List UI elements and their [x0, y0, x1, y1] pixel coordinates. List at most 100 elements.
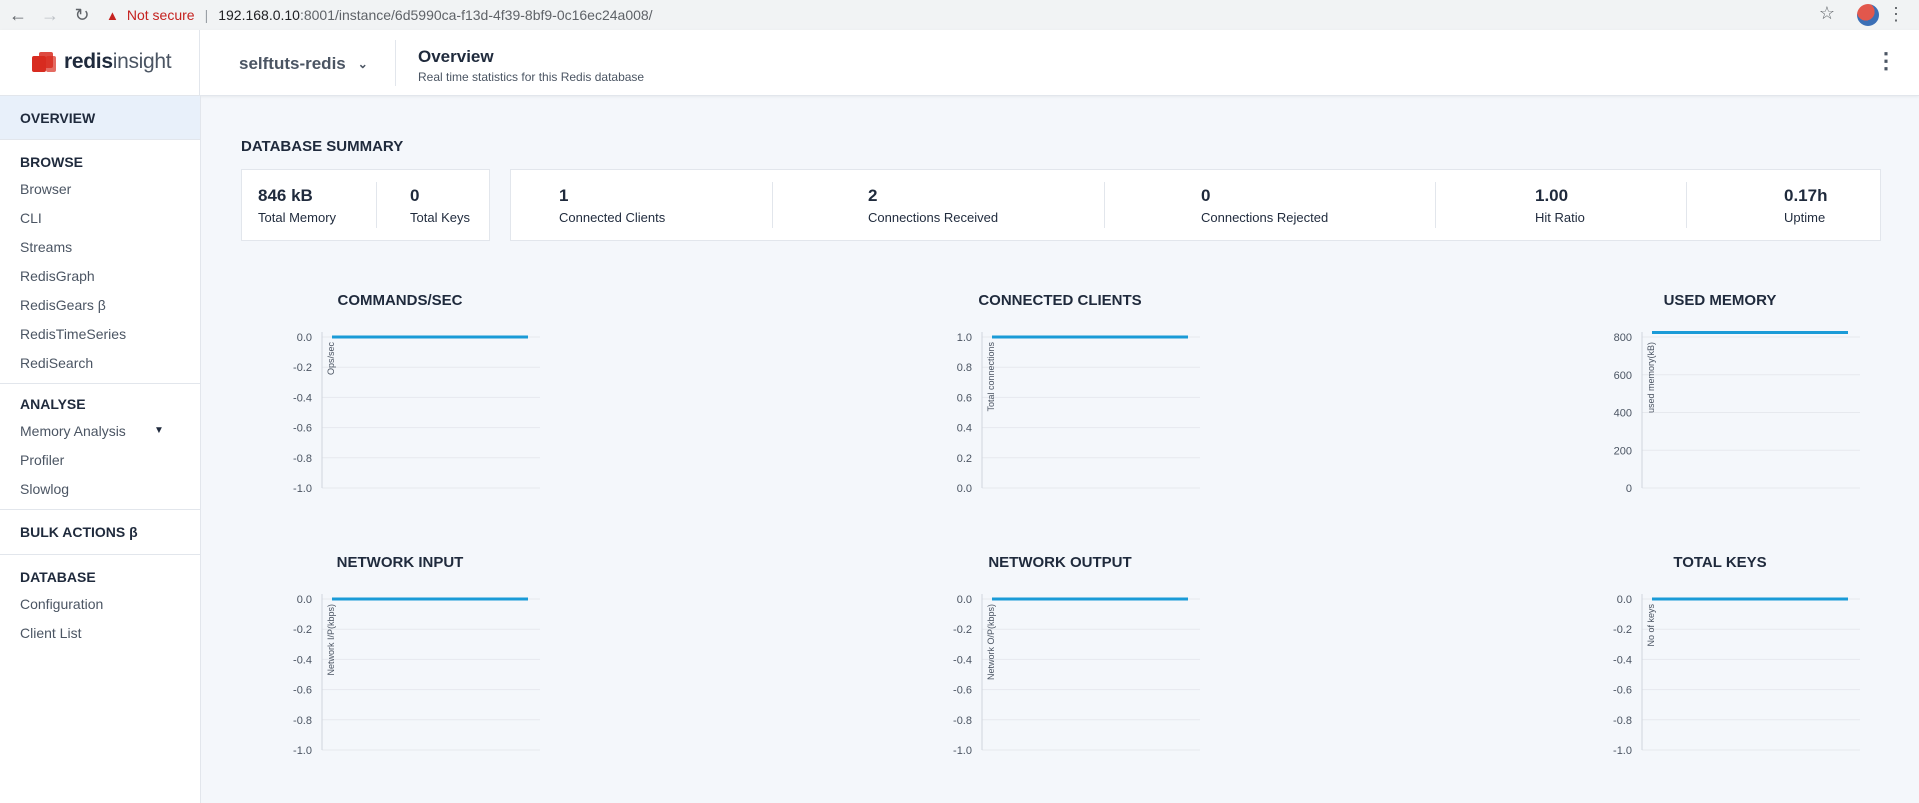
warning-icon: ▲	[106, 7, 119, 23]
logo-text-bold: redis	[64, 50, 113, 73]
sidebar-heading-analyse: ANALYSE	[20, 396, 86, 412]
stat-divider	[1435, 182, 1436, 228]
stat-value: 1.00	[1535, 186, 1569, 205]
bookmark-star-icon[interactable]: ☆	[1819, 3, 1835, 24]
sidebar: OVERVIEW BROWSE Browser CLI Streams Redi…	[0, 96, 201, 803]
browser-toolbar: ← → ↻ ▲ Not secure | 192.168.0.10:8001/i…	[0, 0, 1919, 30]
stat-value: 0	[1201, 186, 1211, 205]
profile-avatar[interactable]	[1857, 4, 1879, 26]
chart-title: USED MEMORY	[1663, 292, 1777, 309]
chart-total-keys: TOTAL KEYS 0.0 -0.2 -0.4 -0.6 -0.8 -1.0 No of …	[1570, 554, 1870, 784]
sidebar-section-browse: BROWSE Browser CLI Streams RedisGraph Re…	[0, 140, 200, 384]
sidebar-item-redisgraph[interactable]: RedisGraph	[0, 261, 200, 290]
y-tick-label: -0.8	[293, 715, 312, 727]
sidebar-item-redistimeseries[interactable]: RedisTimeSeries	[0, 319, 200, 348]
sidebar-item-label: Memory Analysis	[20, 422, 126, 439]
stat-value: 846 kB	[258, 186, 313, 205]
y-tick-label: 400	[1614, 408, 1632, 420]
sidebar-item-memory-analysis[interactable]: Memory Analysis ▼	[0, 416, 200, 445]
sidebar-heading-database: DATABASE	[20, 569, 96, 585]
caret-down-icon[interactable]: ▼	[154, 425, 164, 436]
sidebar-heading-browse: BROWSE	[20, 154, 83, 170]
y-tick-label: -1.0	[293, 483, 312, 495]
database-name: selftuts-redis	[239, 54, 346, 73]
reload-icon[interactable]: ↻	[68, 1, 96, 29]
page-title: Overview	[418, 47, 494, 66]
y-tick-label: -0.2	[953, 624, 972, 636]
sidebar-item-redisgears[interactable]: RedisGears β	[0, 290, 200, 319]
y-tick-label: 0.6	[957, 392, 972, 404]
y-tick-label: -0.8	[293, 453, 312, 465]
forward-icon[interactable]: →	[36, 1, 64, 29]
back-icon[interactable]: ←	[4, 1, 32, 29]
y-tick-label: 1.0	[957, 332, 972, 344]
y-tick-label: -1.0	[293, 745, 312, 757]
y-axis-label: used memory(kB)	[1646, 342, 1656, 413]
y-tick-label: -0.6	[1613, 685, 1632, 697]
y-tick-label: 0.0	[297, 594, 312, 606]
address-bar[interactable]: ▲ Not secure | 192.168.0.10:8001/instanc…	[106, 2, 1826, 28]
sidebar-item-client-list[interactable]: Client List	[0, 618, 200, 647]
y-tick-label: 0.0	[957, 594, 972, 606]
stat-label: Connections Rejected	[1201, 210, 1329, 225]
connections-summary: 1 Connected Clients 2 Connections Receiv…	[510, 169, 1881, 241]
stat-divider	[1104, 182, 1105, 228]
redis-logo-icon	[30, 50, 60, 74]
stat-hit-ratio: 1.00 Hit Ratio	[1535, 186, 1585, 225]
y-axis-label: Network I/P(kbps)	[326, 604, 336, 676]
database-summary-title: DATABASE SUMMARY	[241, 138, 404, 155]
stat-divider	[772, 182, 773, 228]
sidebar-heading-bulk-actions[interactable]: BULK ACTIONS β	[0, 520, 200, 544]
address-separator: |	[204, 7, 209, 23]
stat-label: Total Keys	[410, 210, 470, 225]
y-tick-label: -0.4	[293, 392, 312, 404]
y-tick-label: -0.2	[1613, 624, 1632, 636]
y-tick-label: -0.8	[953, 715, 972, 727]
redisinsight-logo[interactable]: redisinsight	[30, 50, 172, 74]
sidebar-item-configuration[interactable]: Configuration	[0, 589, 200, 618]
y-tick-label: -0.8	[1613, 715, 1632, 727]
url-host: 192.168.0.10	[218, 7, 300, 23]
y-tick-label: -0.4	[1613, 654, 1632, 666]
chart-title: CONNECTED CLIENTS	[978, 292, 1142, 309]
y-tick-label: -0.6	[293, 685, 312, 697]
y-tick-label: -0.2	[293, 362, 312, 374]
y-tick-label: 0.4	[957, 423, 972, 435]
sidebar-section-analyse: ANALYSE Memory Analysis ▼ Profiler Slowl…	[0, 384, 200, 510]
url-path: :8001/instance/6d5990ca-f13d-4f39-8bf9-0…	[299, 7, 653, 23]
stat-label: Uptime	[1784, 210, 1826, 225]
sidebar-item-slowlog[interactable]: Slowlog	[0, 474, 200, 503]
sidebar-item-redisearch[interactable]: RediSearch	[0, 348, 200, 377]
browser-menu-icon[interactable]: ⋮	[1887, 4, 1905, 25]
y-tick-label: -0.4	[293, 654, 312, 666]
chart-network-output: NETWORK OUTPUT 0.0 -0.2 -0.4 -0.6 -0.8 -1.0 Ne…	[910, 554, 1210, 784]
stat-value: 0	[410, 186, 420, 205]
y-axis-label: Total connections	[986, 342, 996, 412]
sidebar-item-profiler[interactable]: Profiler	[0, 445, 200, 474]
y-tick-label: 800	[1614, 332, 1632, 344]
chevron-down-icon: ⌄	[357, 57, 368, 71]
stat-divider	[1686, 182, 1687, 228]
chart-connected-clients: CONNECTED CLIENTS 1.0 0.8 0.6 0.4 0.2 0.0 Tota…	[910, 292, 1210, 522]
sidebar-item-cli[interactable]: CLI	[0, 203, 200, 232]
chart-used-memory: USED MEMORY 800 600 400 200 0 used memory(kB)	[1570, 292, 1870, 522]
stat-divider	[376, 182, 377, 228]
chart-title: COMMANDS/SEC	[337, 292, 463, 309]
header-divider	[199, 30, 200, 96]
stat-total-memory: 846 kB Total Memory	[258, 186, 336, 225]
chart-title: NETWORK INPUT	[336, 554, 464, 571]
y-axis-label: Network O/P(kbps)	[986, 604, 996, 680]
more-options-icon[interactable]: ⋮	[1875, 48, 1897, 74]
header-divider	[395, 40, 396, 86]
main-content: DATABASE SUMMARY 846 kB Total Memory 0 T…	[201, 96, 1919, 803]
stat-label: Connections Received	[868, 210, 999, 225]
stat-value: 2	[868, 186, 878, 205]
sidebar-item-overview[interactable]: OVERVIEW	[0, 96, 200, 140]
chart-title: TOTAL KEYS	[1673, 554, 1767, 571]
y-tick-label: 600	[1614, 370, 1632, 382]
y-tick-label: -1.0	[1613, 745, 1632, 757]
sidebar-item-browser[interactable]: Browser	[0, 174, 200, 203]
sidebar-item-streams[interactable]: Streams	[0, 232, 200, 261]
database-selector[interactable]: selftuts-redis ⌄	[239, 54, 368, 74]
stat-uptime: 0.17h Uptime	[1784, 186, 1827, 225]
